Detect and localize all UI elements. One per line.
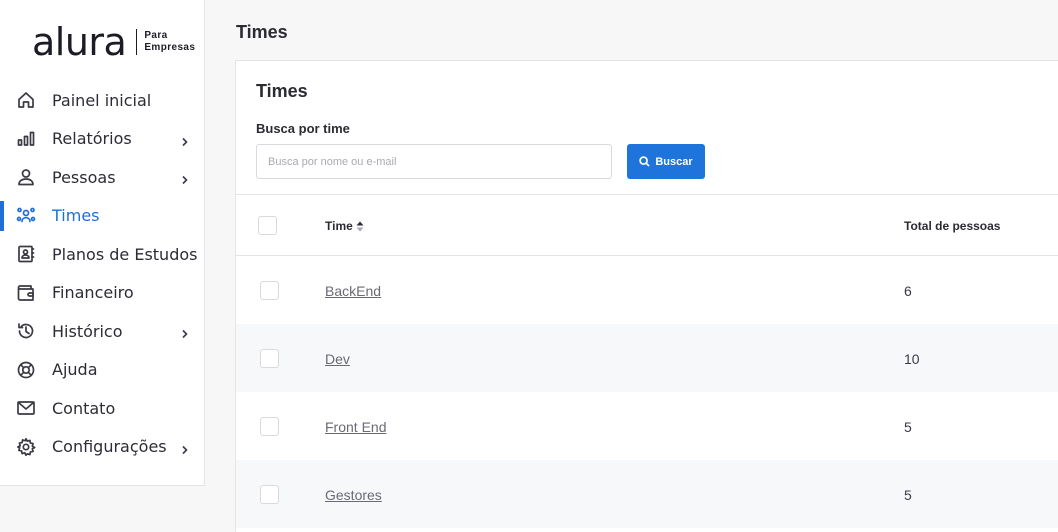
sidebar: alura Para Empresas Painel inicial Relat… (0, 0, 205, 486)
teams-table: Time Total de pessoas BackEnd 6 Dev 10 F… (236, 194, 1058, 528)
teams-card: Times Busca por time Buscar Time Total d… (235, 60, 1058, 532)
logo-divider (136, 29, 138, 55)
sidebar-item-financeiro[interactable]: Financeiro (0, 274, 204, 313)
sidebar-item-contato[interactable]: Contato (0, 389, 204, 428)
page-title: Times (236, 22, 288, 42)
history-icon (16, 321, 36, 341)
chevron-right-icon (180, 172, 190, 185)
team-total: 10 (904, 351, 920, 367)
bar-chart-icon (16, 129, 36, 149)
gear-icon (16, 437, 36, 457)
row-checkbox[interactable] (260, 417, 279, 436)
table-row: Gestores 5 (236, 460, 1058, 528)
team-name-link[interactable]: Dev (325, 351, 350, 367)
search-label: Busca por time (256, 121, 350, 136)
table-row: Dev 10 (236, 324, 1058, 392)
wallet-icon (16, 283, 36, 303)
logo-subtitle-line2: Empresas (144, 42, 196, 53)
sidebar-item-label: Painel inicial (52, 90, 152, 110)
chevron-right-icon (180, 134, 190, 146)
search-button-label: Buscar (655, 155, 693, 168)
sidebar-item-label: Histórico (52, 321, 123, 341)
sort-icon (356, 221, 364, 231)
study-plan-icon (16, 244, 36, 264)
logo-wordmark: alura (32, 20, 127, 64)
table-header: Time Total de pessoas (236, 195, 1058, 256)
sidebar-item-planos-de-estudos[interactable]: Planos de Estudos (0, 235, 204, 274)
sidebar-item-configuracoes[interactable]: Configurações (0, 428, 204, 467)
search-button[interactable]: Buscar (627, 144, 705, 179)
team-icon (16, 206, 36, 226)
sidebar-item-pessoas[interactable]: Pessoas (0, 158, 204, 197)
team-name-link[interactable]: BackEnd (325, 283, 381, 299)
team-name-link[interactable]: Front End (325, 419, 386, 435)
chevron-right-icon (180, 442, 190, 454)
person-icon (16, 167, 36, 187)
mail-icon (16, 398, 36, 418)
team-total: 6 (904, 283, 912, 299)
team-total: 5 (904, 419, 912, 435)
sidebar-item-historico[interactable]: Histórico (0, 312, 204, 351)
sidebar-item-relatorios[interactable]: Relatórios (0, 120, 204, 159)
sidebar-item-times[interactable]: Times (0, 197, 204, 236)
table-row: Front End 5 (236, 392, 1058, 460)
sidebar-item-ajuda[interactable]: Ajuda (0, 351, 204, 390)
column-header-total: Total de pessoas (904, 219, 1001, 233)
card-title: Times (256, 81, 308, 101)
sidebar-item-label: Pessoas (52, 167, 116, 187)
sidebar-item-label: Configurações (52, 437, 167, 457)
sidebar-item-label: Contato (52, 398, 116, 418)
alura-logo[interactable]: alura Para Empresas (32, 22, 195, 62)
sidebar-item-label: Ajuda (52, 360, 98, 380)
home-icon (16, 90, 36, 110)
row-checkbox[interactable] (260, 349, 279, 368)
search-icon (639, 156, 651, 167)
search-input[interactable] (256, 144, 612, 179)
select-all-checkbox[interactable] (258, 216, 277, 235)
logo-subtitle-line1: Para (144, 30, 168, 41)
column-header-time-label: Time (325, 219, 353, 233)
row-checkbox[interactable] (260, 281, 279, 300)
sidebar-item-label: Relatórios (52, 129, 132, 149)
chevron-right-icon (180, 326, 190, 339)
lifebuoy-icon (16, 360, 36, 380)
team-name-link[interactable]: Gestores (325, 487, 382, 503)
sidebar-item-label: Planos de Estudos (52, 244, 198, 264)
sidebar-nav: Painel inicial Relatórios Pessoas Times … (0, 81, 204, 466)
table-row: BackEnd 6 (236, 256, 1058, 324)
column-header-time[interactable]: Time (325, 219, 364, 233)
sidebar-item-label: Financeiro (52, 283, 134, 303)
logo-subtitle: Para Empresas (144, 30, 195, 54)
row-checkbox[interactable] (260, 485, 279, 504)
team-total: 5 (904, 487, 912, 503)
sidebar-item-label: Times (52, 206, 100, 226)
sidebar-item-painel-inicial[interactable]: Painel inicial (0, 81, 204, 120)
